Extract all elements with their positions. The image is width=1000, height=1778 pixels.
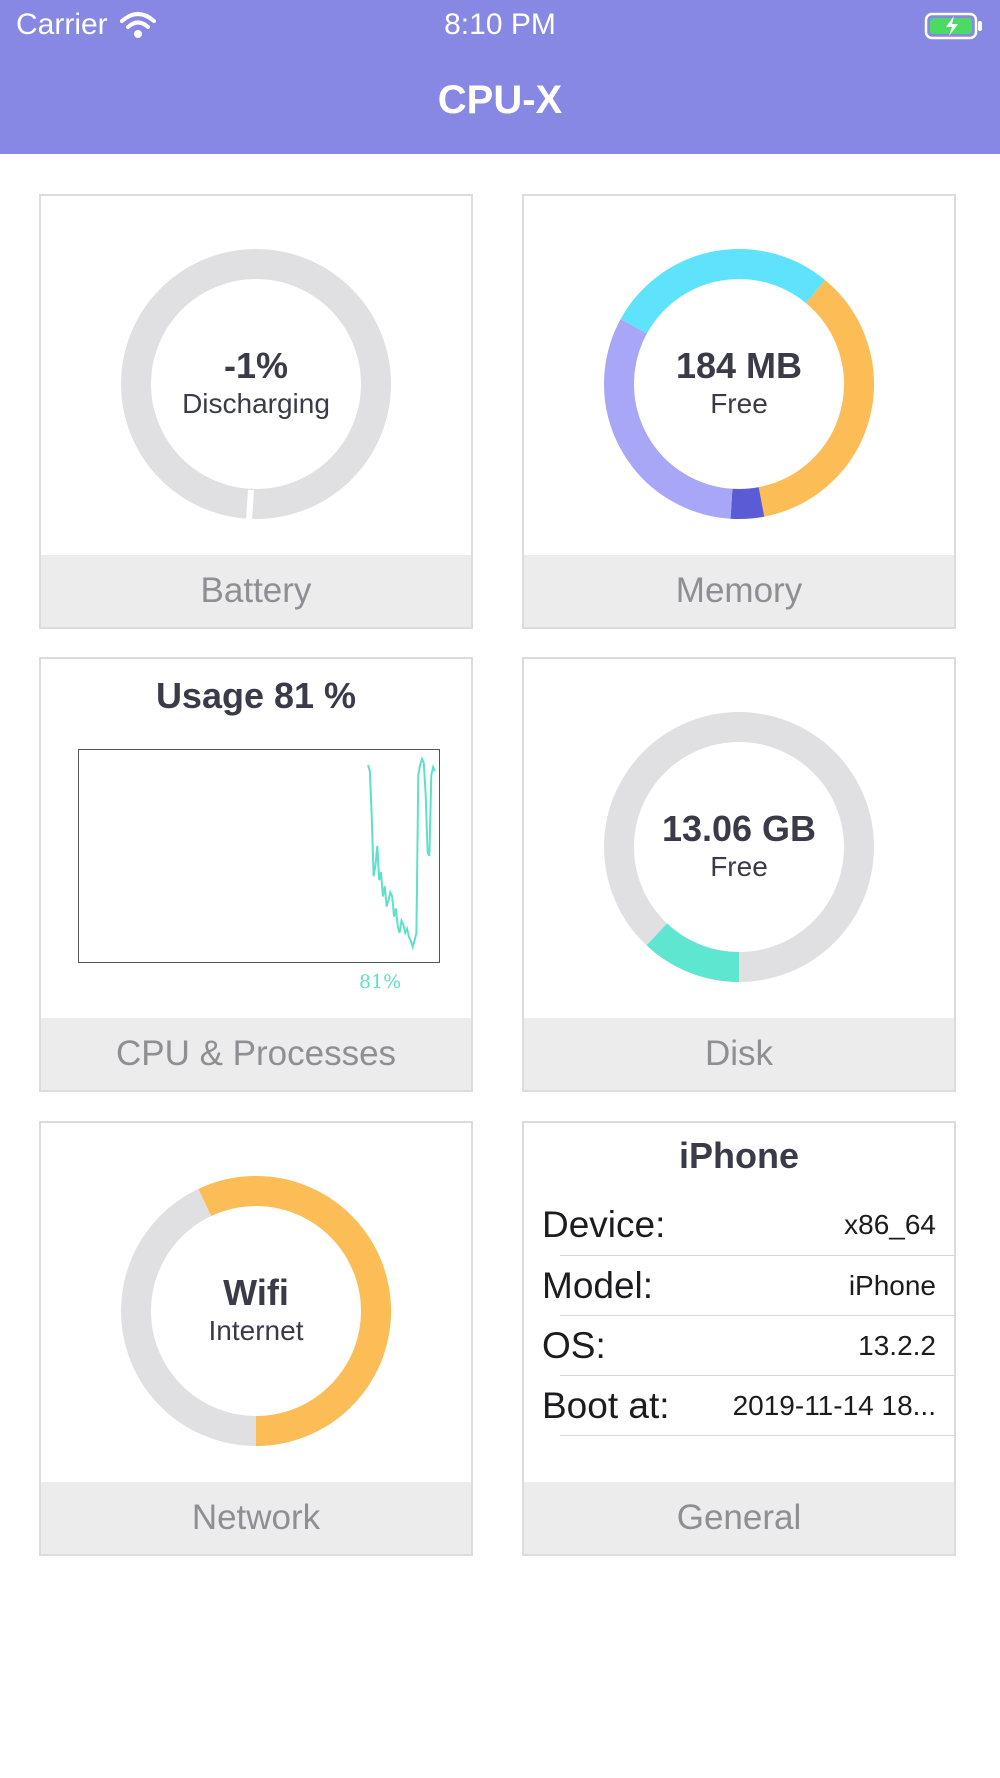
info-value: x86_64 [844, 1209, 936, 1240]
disk-free-label: Free [710, 851, 768, 882]
info-value: 13.2.2 [858, 1330, 936, 1361]
battery-label: Battery [41, 555, 471, 627]
app-title: CPU-X [437, 78, 563, 122]
disk-gauge: 13.06 GB Free [524, 711, 954, 983]
network-status: Internet [208, 1315, 304, 1346]
divider [560, 1435, 954, 1436]
cpu-usage-chart [78, 749, 440, 963]
disk-label: Disk [524, 1018, 954, 1090]
battery-charging-icon [924, 12, 982, 40]
cpu-usage-title: Usage 81 % [155, 675, 357, 716]
info-row-device: Device: x86_64 [542, 1195, 954, 1255]
status-time: 8:10 PM [444, 8, 556, 41]
cpu-percent-label: 81% [359, 971, 402, 993]
general-card[interactable]: iPhone Device: x86_64 Model: iPhone OS: … [522, 1121, 956, 1556]
info-key: Boot at: [542, 1385, 670, 1426]
network-gauge: Wifi Internet [41, 1175, 471, 1447]
info-row-os: OS: 13.2.2 [542, 1316, 954, 1376]
general-label: General [524, 1482, 954, 1554]
cpu-card[interactable]: Usage 81 % 81% CPU & Processes [39, 657, 473, 1092]
network-label: Network [41, 1482, 471, 1554]
memory-label: Memory [524, 555, 954, 627]
memory-card[interactable]: 184 MB Free Memory [522, 194, 956, 629]
info-key: Model: [542, 1265, 654, 1306]
memory-free-label: Free [710, 388, 768, 419]
app-header: Carrier 8:10 PM CPU-X [0, 0, 1000, 154]
info-value: iPhone [848, 1270, 936, 1301]
info-row-model: Model: iPhone [542, 1256, 954, 1316]
info-value: 2019-11-14 18... [732, 1390, 936, 1421]
battery-percent: -1% [223, 345, 289, 386]
memory-gauge: 184 MB Free [524, 248, 954, 520]
network-type: Wifi [223, 1272, 289, 1313]
cpu-label: CPU & Processes [41, 1018, 471, 1090]
battery-card[interactable]: -1% Discharging Battery [39, 194, 473, 629]
info-key: Device: [542, 1204, 666, 1245]
network-card[interactable]: Wifi Internet Network [39, 1121, 473, 1556]
battery-status: Discharging [182, 388, 330, 419]
disk-free-value: 13.06 GB [661, 808, 817, 849]
info-key: OS: [542, 1325, 606, 1366]
disk-card[interactable]: 13.06 GB Free Disk [522, 657, 956, 1092]
battery-gauge: -1% Discharging [41, 248, 471, 520]
device-name: iPhone [678, 1135, 799, 1176]
memory-free-value: 184 MB [675, 345, 803, 386]
info-row-boot: Boot at: 2019-11-14 18... [542, 1376, 954, 1436]
